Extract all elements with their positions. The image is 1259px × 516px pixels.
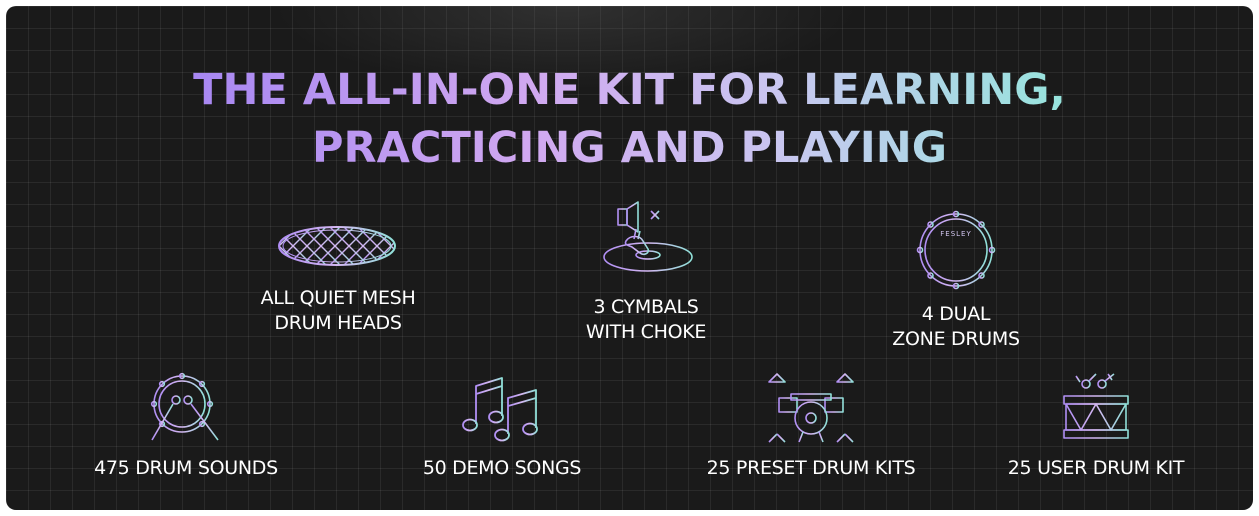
- mesh-drum-head-icon: [278, 226, 396, 266]
- feature-banner: THE ALL-IN-ONE KIT FOR LEARNING, PRACTIC…: [6, 6, 1253, 510]
- dual-zone-drum-icon: FESLEY: [916, 210, 996, 290]
- headline: THE ALL-IN-ONE KIT FOR LEARNING, PRACTIC…: [6, 61, 1253, 177]
- feature-preset-kits: 25 PRESET DRUM KITS: [686, 372, 936, 481]
- drum-kit-icon: [768, 373, 854, 443]
- headline-line-2: PRACTICING AND PLAYING: [311, 123, 948, 173]
- feature-user-kit: 25 USER DRUM KIT: [976, 372, 1216, 481]
- feature-label: ALL QUIET MESH DRUM HEADS: [260, 287, 416, 334]
- feature-label: 25 USER DRUM KIT: [1007, 457, 1185, 479]
- feature-label: 475 DRUM SOUNDS: [94, 457, 278, 479]
- cymbal-choke-icon: [603, 201, 693, 272]
- feature-mesh-heads: ALL QUIET MESH DRUM HEADS: [218, 224, 458, 336]
- feature-label: 50 DEMO SONGS: [422, 457, 582, 479]
- drum-sticks-icon: [150, 372, 219, 441]
- headline-line-1: THE ALL-IN-ONE KIT FOR LEARNING,: [193, 65, 1066, 115]
- feature-label: 25 PRESET DRUM KITS: [706, 457, 916, 479]
- feature-drum-sounds: 475 DRUM SOUNDS: [66, 372, 306, 481]
- feature-dual-zone: FESLEY 4 DUAL ZONE DRUMS: [836, 210, 1076, 352]
- feature-cymbals-choke: 3 CYMBALS WITH CHOKE: [526, 201, 766, 345]
- brand-logo-text: FESLEY: [940, 230, 972, 238]
- snare-drum-icon: [1063, 373, 1129, 439]
- feature-demo-songs: 50 DEMO SONGS: [382, 372, 622, 481]
- music-notes-icon: [462, 377, 538, 442]
- feature-label: 4 DUAL ZONE DRUMS: [892, 303, 1020, 350]
- feature-label: 3 CYMBALS WITH CHOKE: [585, 296, 707, 343]
